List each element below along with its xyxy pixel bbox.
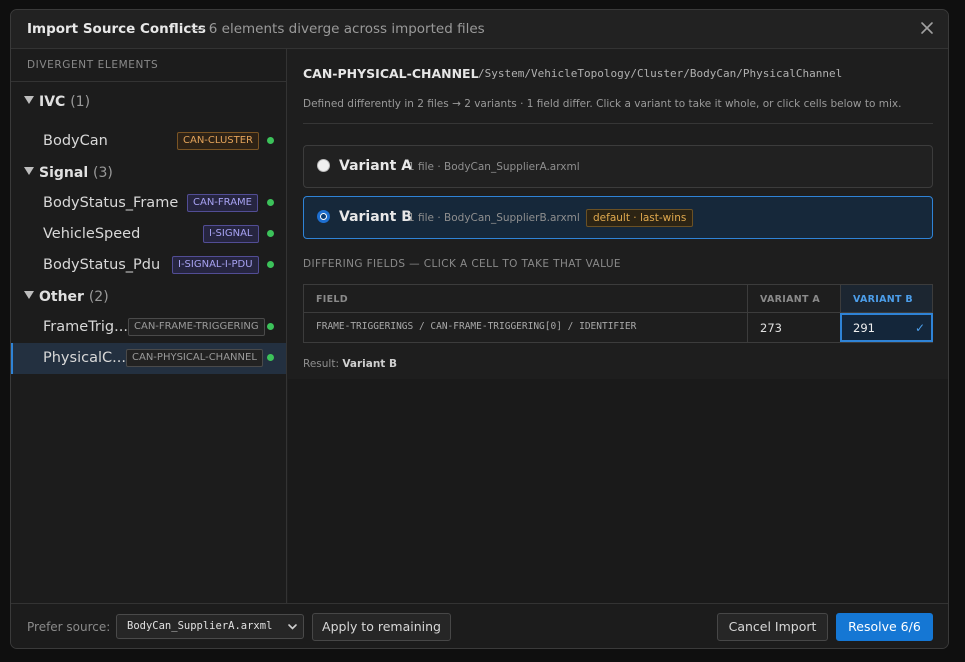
- import-conflicts-dialog: Import Source Conflicts — 6 elements div…: [10, 9, 949, 649]
- group-ivc[interactable]: IVC (1): [11, 89, 287, 115]
- element-path: /System/VehicleTopology/Cluster/BodyCan/…: [478, 67, 843, 80]
- radio-button[interactable]: [317, 210, 330, 223]
- dialog-title: Import Source Conflicts: [27, 21, 206, 37]
- dialog-footer: Prefer source: BodyCan_SupplierA.arxml A…: [11, 603, 948, 648]
- group-label: Signal (3): [39, 165, 113, 181]
- status-dot: [267, 137, 274, 144]
- status-dot: [267, 230, 274, 237]
- sidebar-item-bodystatus-pdu[interactable]: BodyStatus_Pdu I-SIGNAL-I-PDU: [11, 250, 286, 281]
- variant-b-value-cell[interactable]: 291 ✓: [840, 313, 933, 342]
- element-title: CAN-PHYSICAL-CHANNEL: [303, 66, 479, 81]
- type-badge: CAN-FRAME-TRIGGERING: [128, 318, 265, 336]
- cancel-import-button[interactable]: Cancel Import: [717, 613, 828, 641]
- variant-name: Variant B: [339, 209, 412, 225]
- field-path-cell: FRAME-TRIGGERINGS / CAN-FRAME-TRIGGERING…: [316, 321, 637, 332]
- caret-down-icon: [24, 96, 34, 104]
- sidebar-item-bodystatus-frame[interactable]: BodyStatus_Frame CAN-FRAME: [11, 188, 286, 219]
- sidebar-item-label: BodyStatus_Frame: [43, 195, 179, 211]
- variant-a-option[interactable]: Variant A 1 file · BodyCan_SupplierA.arx…: [303, 145, 933, 188]
- sidebar-item-frametriggering[interactable]: FrameTrig... CAN-FRAME-TRIGGERING: [11, 312, 286, 343]
- prefer-source-value: BodyCan_SupplierA.arxml: [127, 620, 273, 632]
- variant-name: Variant A: [339, 158, 413, 174]
- caret-down-icon: [24, 167, 34, 175]
- radio-button[interactable]: [317, 159, 330, 172]
- sidebar-divider: [11, 81, 287, 82]
- title-separator: ·: [464, 66, 468, 80]
- sidebar-item-label: BodyCan: [43, 133, 108, 149]
- checkmark-icon: ✓: [914, 321, 925, 335]
- sidebar-item-physicalchannel[interactable]: PhysicalC... CAN-PHYSICAL-CHANNEL: [11, 343, 286, 374]
- status-dot: [267, 323, 274, 330]
- variant-meta: 1 file · BodyCan_SupplierA.arxml: [408, 161, 580, 173]
- sidebar-section-title: DIVERGENT ELEMENTS: [27, 59, 159, 71]
- sidebar-item-label: FrameTrig...: [43, 319, 127, 335]
- resolve-button[interactable]: Resolve 6/6: [836, 613, 933, 641]
- default-tag: default · last-wins: [586, 209, 694, 227]
- sidebar-item-label: PhysicalC...: [43, 350, 125, 366]
- type-badge: I-SIGNAL-I-PDU: [172, 256, 259, 274]
- result-line: Result: Variant B: [303, 358, 397, 370]
- sidebar: DIVERGENT ELEMENTS IVC (1) BodyCan CAN-C…: [11, 49, 287, 603]
- divider: [303, 123, 933, 124]
- column-header-variant-a: VARIANT A: [747, 285, 840, 313]
- prefer-source-select[interactable]: BodyCan_SupplierA.arxml: [116, 614, 304, 639]
- element-description: Defined differently in 2 files → 2 varia…: [303, 98, 902, 110]
- group-other[interactable]: Other (2): [11, 284, 287, 310]
- result-value: Variant B: [342, 358, 397, 370]
- status-dot: [267, 261, 274, 268]
- variant-b-option[interactable]: Variant B 1 file · BodyCan_SupplierB.arx…: [303, 196, 933, 239]
- group-label: Other (2): [39, 289, 109, 305]
- apply-to-remaining-button[interactable]: Apply to remaining: [312, 613, 451, 641]
- sidebar-item-bodycan[interactable]: BodyCan CAN-CLUSTER: [11, 126, 286, 157]
- sidebar-item-label: VehicleSpeed: [43, 226, 141, 242]
- differing-fields-table: FIELD VARIANT A VARIANT B FRAME-TRIGGERI…: [303, 284, 933, 343]
- detail-pane-empty-area: [288, 379, 948, 603]
- group-label: IVC (1): [39, 94, 91, 110]
- sidebar-item-label: BodyStatus_Pdu: [43, 257, 161, 273]
- type-badge: CAN-PHYSICAL-CHANNEL: [126, 349, 263, 367]
- column-header-variant-b: VARIANT B: [840, 285, 932, 313]
- status-dot: [267, 199, 274, 206]
- type-badge: I-SIGNAL: [203, 225, 259, 243]
- prefer-source-label: Prefer source:: [27, 620, 111, 634]
- variant-meta: 1 file · BodyCan_SupplierB.arxml: [408, 212, 580, 224]
- dialog-header: Import Source Conflicts — 6 elements div…: [11, 10, 948, 49]
- chevron-down-icon: [288, 624, 297, 630]
- sidebar-item-vehiclespeed[interactable]: VehicleSpeed I-SIGNAL: [11, 219, 286, 250]
- column-header-field: FIELD: [304, 285, 747, 313]
- detail-pane: CAN-PHYSICAL-CHANNEL · /System/VehicleTo…: [288, 49, 948, 379]
- close-icon[interactable]: [918, 19, 936, 37]
- type-badge: CAN-CLUSTER: [177, 132, 260, 150]
- dialog-subtitle: — 6 elements diverge across imported fil…: [191, 21, 485, 37]
- variant-a-value-cell[interactable]: 273: [747, 313, 840, 342]
- caret-down-icon: [24, 291, 34, 299]
- status-dot: [267, 354, 274, 361]
- variant-b-value: 291: [853, 321, 875, 335]
- differing-fields-title: DIFFERING FIELDS — CLICK A CELL TO TAKE …: [303, 258, 621, 270]
- group-signal[interactable]: Signal (3): [11, 160, 287, 186]
- type-badge: CAN-FRAME: [187, 194, 258, 212]
